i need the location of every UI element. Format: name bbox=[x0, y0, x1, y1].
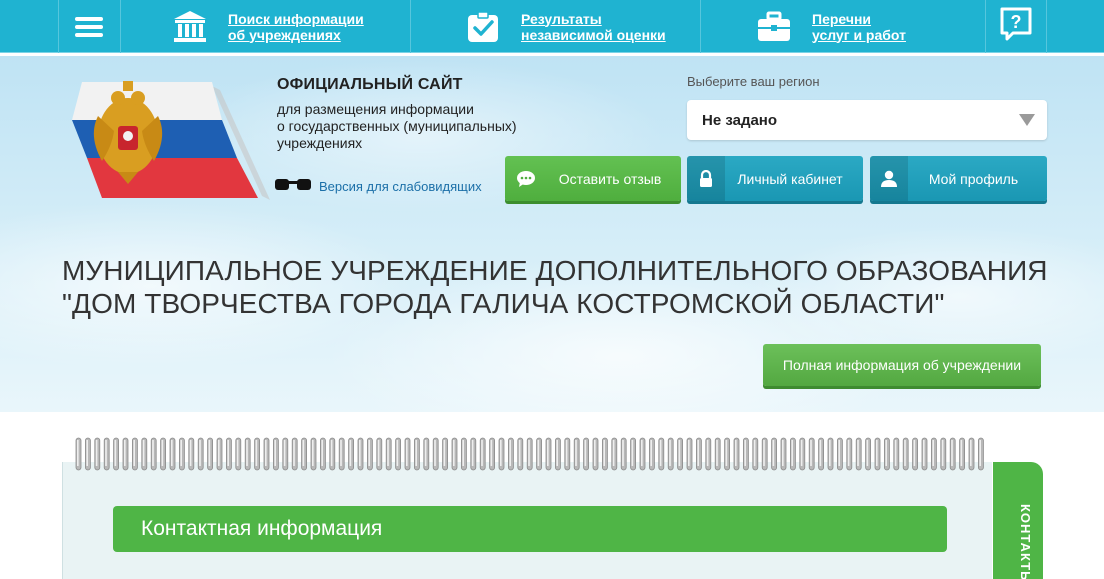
institution-icon bbox=[170, 7, 210, 47]
personal-cabinet-button[interactable]: Личный кабинет bbox=[687, 156, 863, 201]
nav-item-label: Результаты независимой оценки bbox=[521, 10, 666, 43]
user-icon bbox=[870, 156, 908, 201]
leave-feedback-button[interactable]: Оставить отзыв bbox=[505, 156, 681, 201]
nav-separator bbox=[985, 0, 986, 53]
organization-name: МУНИЦИПАЛЬНОЕ УЧРЕЖДЕНИЕ ДОПОЛНИТЕЛЬНОГО… bbox=[62, 255, 1048, 319]
nav-separator bbox=[410, 0, 411, 53]
site-title: ОФИЦИАЛЬНЫЙ САЙТ bbox=[277, 76, 463, 93]
nav-item-label: Поиск информации об учреждениях bbox=[228, 10, 364, 43]
region-label: Выберите ваш регион bbox=[687, 74, 820, 89]
contacts-side-tab[interactable]: КОНТАКТЫ bbox=[993, 462, 1043, 579]
hero-section: ОФИЦИАЛЬНЫЙ САЙТ для размещения информац… bbox=[0, 56, 1104, 412]
contacts-side-tab-label: КОНТАКТЫ bbox=[1018, 504, 1033, 579]
coat-of-arms-flag-logo[interactable] bbox=[62, 68, 272, 218]
top-navigation: Поиск информации об учреждениях Результа… bbox=[0, 0, 1104, 56]
question-bubble-icon: ? bbox=[999, 6, 1033, 47]
my-profile-label: Мой профиль bbox=[928, 170, 1019, 187]
contact-info-header[interactable]: Контактная информация bbox=[113, 506, 947, 552]
vision-impaired-link[interactable]: Версия для слабовидящих bbox=[273, 176, 482, 197]
nav-separator bbox=[1046, 0, 1047, 53]
hamburger-menu-button[interactable] bbox=[58, 0, 120, 53]
contact-info-title: Контактная информация bbox=[141, 517, 383, 540]
region-select[interactable]: Не задано bbox=[687, 100, 1047, 140]
nav-item-services-list[interactable]: Перечни услуг и работ bbox=[754, 0, 906, 53]
briefcase-icon bbox=[754, 7, 794, 47]
nav-separator bbox=[120, 0, 121, 53]
nav-item-independent-evaluation[interactable]: Результаты независимой оценки bbox=[463, 0, 666, 53]
checkmark-clipboard-icon bbox=[463, 7, 503, 47]
lock-icon bbox=[687, 156, 725, 201]
region-select-value: Не задано bbox=[702, 111, 778, 129]
nav-item-institution-search[interactable]: Поиск информации об учреждениях bbox=[170, 0, 364, 53]
glasses-icon bbox=[273, 176, 313, 197]
notebook-spiral bbox=[75, 437, 984, 471]
leave-feedback-label: Оставить отзыв bbox=[558, 170, 662, 187]
svg-text:?: ? bbox=[1011, 12, 1022, 32]
help-button[interactable]: ? bbox=[998, 0, 1034, 53]
chat-bubble-icon bbox=[505, 156, 547, 201]
nav-separator bbox=[700, 0, 701, 53]
hamburger-menu-icon bbox=[75, 16, 103, 37]
personal-cabinet-label: Личный кабинет bbox=[737, 170, 843, 187]
dropdown-arrow-icon bbox=[1019, 114, 1035, 126]
nav-item-label: Перечни услуг и работ bbox=[812, 10, 906, 43]
vision-impaired-link-label: Версия для слабовидящих bbox=[319, 179, 482, 194]
full-info-button[interactable]: Полная информация об учреждении bbox=[763, 344, 1041, 386]
my-profile-button[interactable]: Мой профиль bbox=[870, 156, 1047, 201]
site-subtitle: для размещения информации о государствен… bbox=[277, 101, 517, 151]
top-navigation-bar: Поиск информации об учреждениях Результа… bbox=[0, 0, 1104, 53]
